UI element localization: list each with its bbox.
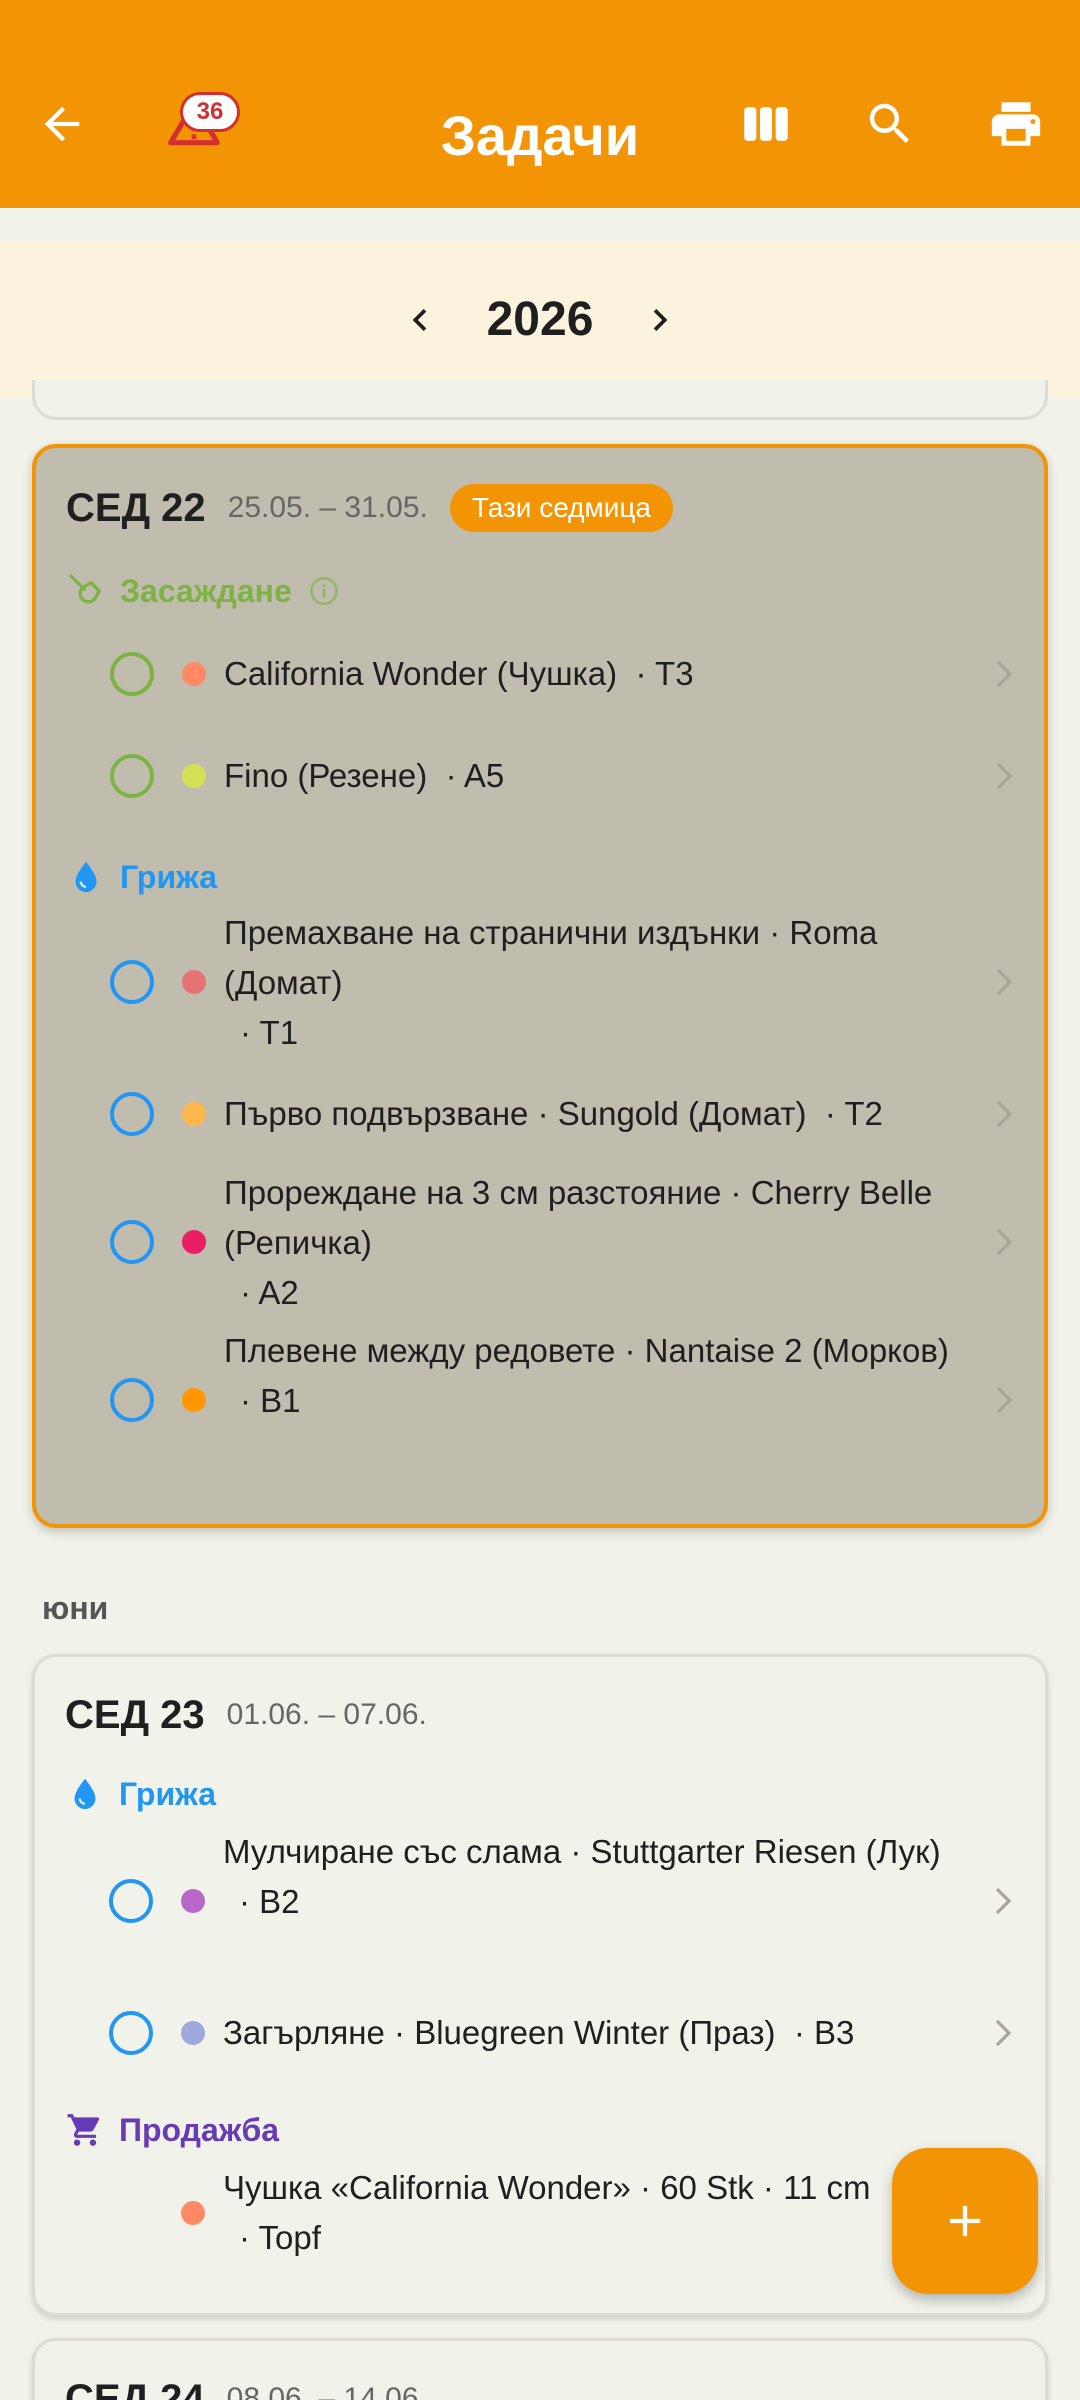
search-icon bbox=[869, 103, 910, 144]
task-location: · A2 bbox=[240, 1274, 299, 1311]
section-sale: Продажба bbox=[65, 2105, 279, 2155]
week-number: СЕД 24 bbox=[65, 2376, 205, 2400]
task-row[interactable]: Прореждане на 3 см разстояние · Cherry B… bbox=[36, 1168, 1046, 1318]
week-header: СЕД 23 01.06. – 07.06. bbox=[65, 1685, 427, 1745]
week-header: СЕД 24 08.06. – 14.06. bbox=[65, 2369, 427, 2400]
section-planting: Засаждане bbox=[66, 566, 340, 616]
week-date-range: 08.06. – 14.06. bbox=[226, 2382, 427, 2400]
task-text: Fino (Резене) bbox=[224, 757, 428, 794]
section-care: Грижа bbox=[66, 852, 217, 902]
variety-color-dot bbox=[182, 662, 206, 686]
section-title: Засаждане bbox=[120, 572, 292, 609]
task-row[interactable]: Първо подвързване · Sungold (Домат) · T2 bbox=[36, 1074, 1046, 1154]
week-number: СЕД 22 bbox=[66, 485, 206, 530]
task-location: · B1 bbox=[240, 1382, 301, 1419]
task-checkbox[interactable] bbox=[110, 1378, 154, 1422]
variety-color-dot bbox=[181, 1889, 205, 1913]
month-header: юни bbox=[42, 1590, 109, 1626]
plus-icon bbox=[949, 2205, 981, 2237]
task-row[interactable]: California Wonder (Чушка) · T3 bbox=[36, 634, 1046, 714]
task-text: Премахване на странични издънки · Roma (… bbox=[224, 914, 878, 1001]
water-drop-icon bbox=[65, 1774, 105, 1814]
current-week-badge: Тази седмица bbox=[449, 484, 673, 532]
task-text: Плевене между редовете · Nantaise 2 (Мор… bbox=[224, 1332, 949, 1369]
chevron-right-icon bbox=[995, 2019, 1012, 2047]
task-row[interactable]: Мулчиране със слама · Stuttgarter Riesen… bbox=[35, 1827, 1045, 1977]
chevron-right-icon bbox=[995, 1887, 1012, 1915]
app-bar: 36 Задачи bbox=[0, 0, 1080, 208]
variety-color-dot bbox=[182, 1102, 206, 1126]
chevron-right-icon bbox=[996, 660, 1013, 688]
task-checkbox[interactable] bbox=[109, 1879, 153, 1923]
chevron-right-icon bbox=[996, 1100, 1013, 1128]
variety-color-dot bbox=[182, 970, 206, 994]
chevron-right-icon bbox=[996, 762, 1013, 790]
task-location: · T3 bbox=[635, 655, 694, 692]
task-row[interactable]: Премахване на странични издънки · Roma (… bbox=[36, 908, 1046, 1058]
print-button[interactable] bbox=[980, 88, 1052, 160]
variety-color-dot bbox=[182, 1388, 206, 1412]
info-icon[interactable] bbox=[308, 575, 340, 607]
task-row[interactable]: Плевене между редовете · Nantaise 2 (Мор… bbox=[36, 1326, 1046, 1476]
week-header: СЕД 22 25.05. – 31.05. Тази седмица bbox=[66, 478, 673, 538]
week-date-range: 25.05. – 31.05. bbox=[227, 491, 428, 524]
chevron-right-icon bbox=[996, 1386, 1013, 1414]
task-text: Загърляне · Bluegreen Winter (Праз) bbox=[223, 2014, 776, 2051]
task-text: Прореждане на 3 см разстояние · Cherry B… bbox=[224, 1174, 933, 1261]
week-date-range: 01.06. – 07.06. bbox=[226, 1698, 427, 1731]
chevron-right-icon bbox=[996, 1228, 1013, 1256]
water-drop-icon bbox=[66, 857, 106, 897]
chevron-right-icon bbox=[996, 968, 1013, 996]
chevron-right-icon bbox=[653, 309, 668, 331]
variety-color-dot bbox=[182, 1230, 206, 1254]
year-selector: 2026 bbox=[0, 242, 1080, 398]
week-card-current: СЕД 22 25.05. – 31.05. Тази седмица Заса… bbox=[32, 444, 1048, 1528]
task-checkbox[interactable] bbox=[110, 1092, 154, 1136]
task-text: California Wonder (Чушка) bbox=[224, 655, 618, 692]
variety-color-dot bbox=[181, 2201, 205, 2225]
task-row[interactable]: Загърляне · Bluegreen Winter (Праз) · B3 bbox=[35, 1993, 1045, 2073]
section-title: Грижа bbox=[119, 1775, 217, 1812]
variety-color-dot bbox=[181, 2021, 205, 2045]
task-checkbox[interactable] bbox=[109, 2011, 153, 2055]
columns-icon bbox=[744, 107, 788, 141]
task-location: · B2 bbox=[239, 1883, 300, 1920]
task-text: Първо подвързване · Sungold (Домат) bbox=[224, 1095, 807, 1132]
shovel-icon bbox=[66, 571, 106, 611]
section-care: Грижа bbox=[65, 1769, 216, 1819]
task-checkbox[interactable] bbox=[110, 652, 154, 696]
year-label: 2026 bbox=[486, 293, 594, 346]
search-button[interactable] bbox=[854, 88, 926, 160]
task-checkbox[interactable] bbox=[110, 754, 154, 798]
task-text: Мулчиране със слама · Stuttgarter Riesen… bbox=[223, 1833, 941, 1870]
task-location: · T2 bbox=[824, 1095, 883, 1132]
next-year-button[interactable] bbox=[634, 294, 686, 346]
columns-view-button[interactable] bbox=[730, 88, 802, 160]
task-location: · Topf bbox=[239, 2219, 321, 2256]
task-row[interactable]: Fino (Резене) · A5 bbox=[36, 736, 1046, 816]
add-task-button[interactable] bbox=[892, 2148, 1038, 2294]
week-card: СЕД 24 08.06. – 14.06. bbox=[32, 2338, 1048, 2400]
section-title: Грижа bbox=[120, 858, 218, 895]
section-title: Продажба bbox=[119, 2111, 280, 2148]
week-number: СЕД 23 bbox=[65, 1692, 205, 1737]
previous-week-card bbox=[32, 380, 1048, 420]
task-location: · T1 bbox=[240, 1014, 299, 1051]
task-checkbox[interactable] bbox=[110, 960, 154, 1004]
shopping-cart-icon bbox=[65, 2110, 105, 2150]
task-location: · B3 bbox=[793, 2014, 855, 2051]
print-icon bbox=[991, 102, 1041, 146]
task-checkbox[interactable] bbox=[110, 1220, 154, 1264]
task-location: · A5 bbox=[445, 757, 505, 794]
variety-color-dot bbox=[182, 764, 206, 788]
task-text: Чушка «California Wonder» · 60 Stk · 11 … bbox=[223, 2169, 871, 2206]
